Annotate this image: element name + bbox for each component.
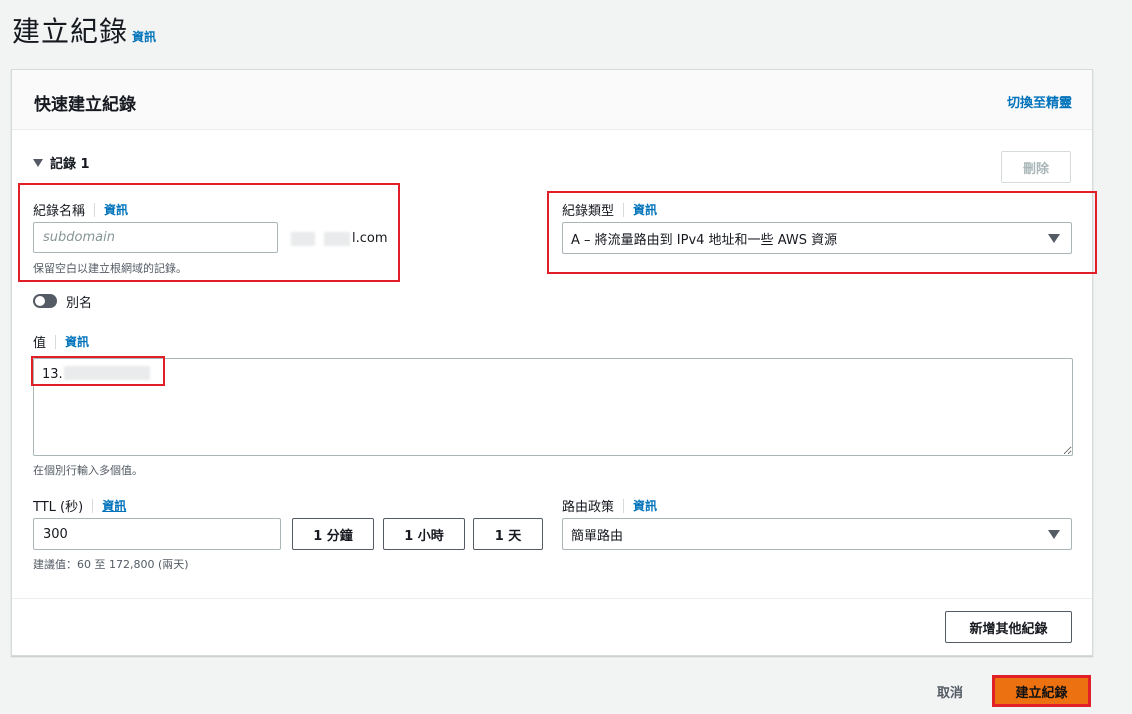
routing-policy-select[interactable]: 簡單路由	[562, 518, 1072, 550]
routing-policy-label-row: 路由政策 資訊	[562, 496, 657, 515]
alias-label: 別名	[66, 296, 93, 311]
redacted-value	[64, 366, 150, 380]
page-info-link[interactable]: 資訊	[132, 28, 156, 45]
record-name-label-row: 紀錄名稱 資訊	[33, 200, 128, 219]
record-type-select[interactable]: A – 將流量路由到 IPv4 地址和一些 AWS 資源	[562, 222, 1072, 254]
switch-to-wizard-link[interactable]: 切換至精靈	[1007, 92, 1072, 111]
ttl-1-minute-button[interactable]: 1 分鐘	[292, 518, 374, 550]
ttl-label-row: TTL (秒) 資訊	[33, 496, 126, 515]
record-name-info-link[interactable]: 資訊	[104, 201, 128, 218]
label-separator	[623, 202, 625, 217]
delete-record-button[interactable]: 刪除	[1001, 151, 1071, 183]
record-expand-toggle[interactable]: 記錄 1	[33, 153, 90, 172]
redacted-domain-part-1	[291, 232, 315, 246]
panel-divider	[12, 598, 1092, 599]
panel-title: 快速建立紀錄	[34, 95, 136, 115]
label-separator	[623, 498, 625, 513]
routing-policy-label: 路由政策	[562, 500, 615, 515]
domain-suffix: l.com	[352, 231, 388, 246]
ttl-1-hour-button[interactable]: 1 小時	[383, 518, 465, 550]
record-toggle-label: 記錄 1	[50, 157, 90, 172]
label-separator	[94, 202, 96, 217]
record-type-info-link[interactable]: 資訊	[633, 201, 657, 218]
toggle-knob	[35, 296, 45, 306]
value-label-row: 值 資訊	[33, 332, 89, 351]
record-type-label: 紀錄類型	[562, 204, 615, 219]
caret-down-icon	[1048, 530, 1060, 539]
record-name-label: 紀錄名稱	[33, 204, 86, 219]
ttl-input[interactable]	[33, 518, 281, 550]
ttl-hint: 建議值：60 至 172,800 (兩天)	[33, 558, 189, 571]
add-another-record-button[interactable]: 新增其他紀錄	[945, 611, 1072, 643]
ttl-label: TTL (秒)	[33, 500, 84, 515]
value-info-link[interactable]: 資訊	[65, 333, 89, 350]
routing-policy-selected: 簡單路由	[571, 528, 624, 544]
cancel-button[interactable]: 取消	[922, 680, 978, 702]
record-type-label-row: 紀錄類型 資訊	[562, 200, 657, 219]
quick-create-panel: 快速建立紀錄 切換至精靈 記錄 1 刪除 紀錄名稱 資訊 l.com 保留空白以…	[11, 69, 1093, 656]
value-textarea[interactable]: 13.	[33, 358, 1073, 456]
value-hint: 在個別行輸入多個值。	[33, 464, 143, 477]
routing-policy-info-link[interactable]: 資訊	[633, 497, 657, 514]
record-name-input[interactable]	[33, 222, 278, 253]
value-label: 值	[33, 336, 47, 351]
record-name-hint: 保留空白以建立根網域的記錄。	[33, 262, 187, 275]
redacted-domain-part-2	[324, 232, 350, 246]
record-type-selected: A – 將流量路由到 IPv4 地址和一些 AWS 資源	[571, 232, 838, 248]
page-title: 建立紀錄	[12, 15, 129, 48]
label-separator	[92, 498, 94, 513]
create-records-button[interactable]: 建立紀錄	[992, 675, 1091, 707]
alias-toggle[interactable]	[33, 294, 57, 308]
caret-down-icon	[33, 158, 43, 167]
ttl-1-day-button[interactable]: 1 天	[473, 518, 543, 550]
label-separator	[55, 334, 57, 349]
panel-header: 快速建立紀錄 切換至精靈	[12, 70, 1092, 130]
ttl-info-link[interactable]: 資訊	[102, 497, 126, 514]
caret-down-icon	[1048, 234, 1060, 243]
